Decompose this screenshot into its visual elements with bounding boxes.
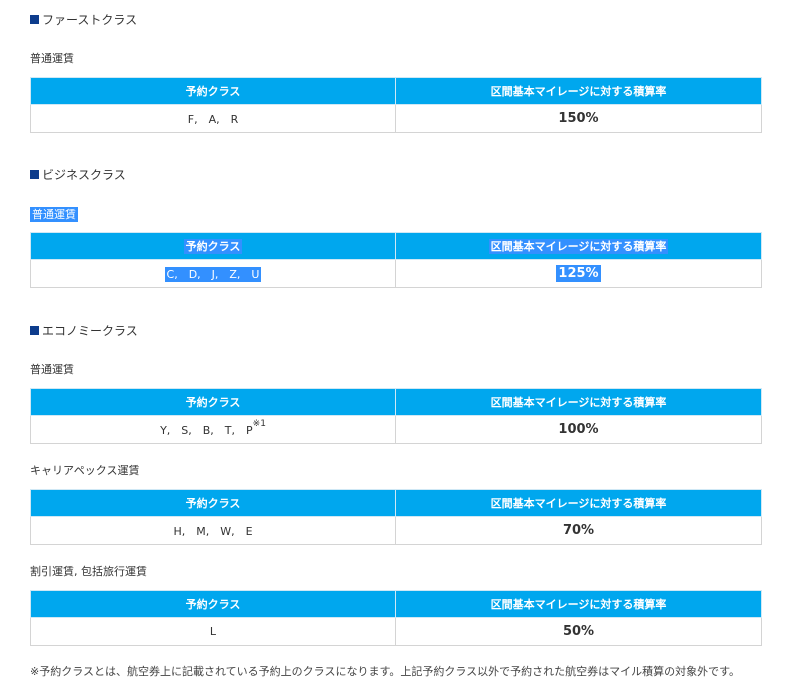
accrual-table-economy-discount: 予約クラス 区間基本マイレージに対する積算率 L 50%	[30, 590, 762, 646]
accrual-table-business: 予約クラス 区間基本マイレージに対する積算率 C, D, J, Z, U 125…	[30, 232, 762, 288]
table-row: L 50%	[30, 617, 762, 646]
fare-type-label: 割引運賃, 包括旅行運賃	[30, 565, 147, 578]
fare-type-label: キャリアペックス運賃	[30, 464, 140, 477]
header-accrual-rate: 区間基本マイレージに対する積算率	[395, 77, 762, 105]
section-heading-economy: エコノミークラス	[30, 322, 138, 338]
table-header-row: 予約クラス 区間基本マイレージに対する積算率	[30, 388, 762, 416]
header-accrual-rate: 区間基本マイレージに対する積算率	[395, 232, 762, 260]
table-header-row: 予約クラス 区間基本マイレージに対する積算率	[30, 590, 762, 618]
header-accrual-rate: 区間基本マイレージに対する積算率	[395, 388, 762, 416]
footnote-mark: ※1	[252, 418, 266, 429]
table-row: C, D, J, Z, U 125%	[30, 259, 762, 288]
booking-classes-cell: H, M, W, E	[30, 516, 396, 545]
mileage-accrual-page: ファーストクラス 普通運賃 予約クラス 区間基本マイレージに対する積算率 F, …	[0, 0, 800, 688]
header-accrual-rate: 区間基本マイレージに対する積算率	[395, 489, 762, 517]
table-header-row: 予約クラス 区間基本マイレージに対する積算率	[30, 77, 762, 105]
header-booking-class: 予約クラス	[30, 232, 396, 260]
accrual-rate-cell: 150%	[395, 104, 762, 133]
header-booking-class: 予約クラス	[30, 77, 396, 105]
section-title: ファーストクラス	[42, 12, 138, 27]
booking-classes-text: Y, S, B, T, P	[160, 423, 253, 437]
booking-classes-cell: L	[30, 617, 396, 646]
selected-text: C, D, J, Z, U	[164, 266, 262, 282]
table-row: H, M, W, E 70%	[30, 516, 762, 545]
section-title: ビジネスクラス	[42, 167, 126, 182]
fare-type-label: 普通運賃	[30, 363, 74, 376]
square-bullet-icon	[30, 169, 39, 179]
section-heading-business: ビジネスクラス	[30, 166, 126, 182]
selected-text: 普通運賃	[30, 207, 78, 222]
section-heading-first: ファーストクラス	[30, 11, 137, 27]
square-bullet-icon	[30, 14, 39, 24]
booking-classes-cell: F, A, R	[30, 104, 396, 133]
booking-classes-cell: C, D, J, Z, U	[30, 259, 396, 288]
selected-text: 125%	[556, 265, 601, 282]
accrual-rate-cell: 50%	[395, 617, 762, 646]
header-booking-class: 予約クラス	[30, 388, 396, 416]
accrual-table-economy-pex: 予約クラス 区間基本マイレージに対する積算率 H, M, W, E 70%	[30, 489, 762, 545]
table-header-row: 予約クラス 区間基本マイレージに対する積算率	[30, 232, 762, 260]
accrual-rate-cell: 125%	[395, 259, 762, 288]
table-header-row: 予約クラス 区間基本マイレージに対する積算率	[30, 489, 762, 517]
accrual-rate-cell: 70%	[395, 516, 762, 545]
accrual-table-economy-normal: 予約クラス 区間基本マイレージに対する積算率 Y, S, B, T, P※1 1…	[30, 388, 762, 444]
fare-type-label: 普通運賃	[30, 207, 78, 223]
header-accrual-rate: 区間基本マイレージに対する積算率	[395, 590, 762, 618]
fare-type-label: 普通運賃	[30, 52, 74, 65]
header-booking-class: 予約クラス	[30, 489, 396, 517]
selected-text: 予約クラス	[183, 239, 243, 254]
table-row: Y, S, B, T, P※1 100%	[30, 415, 762, 444]
accrual-table-first: 予約クラス 区間基本マイレージに対する積算率 F, A, R 150%	[30, 77, 762, 133]
booking-classes-cell: Y, S, B, T, P※1	[30, 415, 396, 444]
square-bullet-icon	[30, 325, 39, 335]
table-row: F, A, R 150%	[30, 104, 762, 133]
accrual-rate-cell: 100%	[395, 415, 762, 444]
selected-text: 区間基本マイレージに対する積算率	[488, 239, 669, 254]
footnote-text: ※予約クラスとは、航空券上に記載されている予約上のクラスになります。上記予約クラ…	[30, 665, 741, 678]
header-booking-class: 予約クラス	[30, 590, 396, 618]
section-title: エコノミークラス	[42, 323, 138, 338]
